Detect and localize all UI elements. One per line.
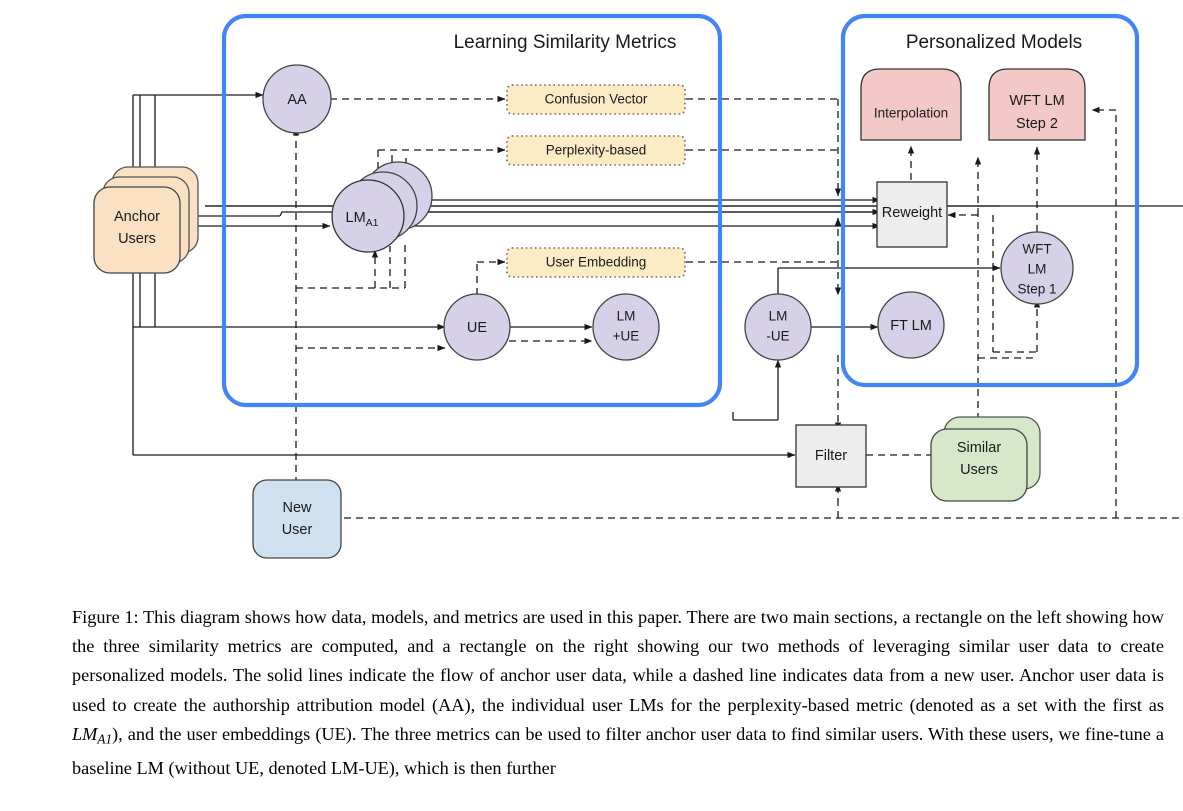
ue-label: UE xyxy=(467,320,487,336)
lm-minus-ue-label-1: LM xyxy=(769,309,788,324)
similar-users-label-2: Users xyxy=(960,462,998,478)
diagram-canvas: Learning Similarity Metrics Personalized… xyxy=(0,0,1183,590)
node-aa[interactable]: AA xyxy=(262,64,332,134)
caption-label: Figure 1: xyxy=(72,607,139,627)
lm-plus-ue-label-1: LM xyxy=(617,309,636,324)
section-title-personalized: Personalized Models xyxy=(906,32,1082,53)
wft-lm-step2-label-1: WFT LM xyxy=(1009,93,1064,109)
node-reweight[interactable]: Reweight xyxy=(876,181,948,248)
section-title-learning: Learning Similarity Metrics xyxy=(454,32,677,53)
caption-math: LM xyxy=(72,723,98,744)
figure-caption: Figure 1: This diagram shows how data, m… xyxy=(72,603,1164,783)
node-lm-a1[interactable]: LMA1 xyxy=(331,161,433,253)
caption-math-subscript: A1 xyxy=(97,731,113,747)
node-filter[interactable]: Filter xyxy=(795,424,867,488)
node-similar-users[interactable]: Similar Users xyxy=(930,416,1041,502)
caption-part-1: This diagram shows how data, models, and… xyxy=(72,607,1164,715)
filter-label: Filter xyxy=(815,448,847,464)
anchor-users-label-1: Anchor xyxy=(114,209,160,225)
wft-lm-step1-label-3: Step 1 xyxy=(1017,282,1056,297)
wft-lm-step2-label-2: Step 2 xyxy=(1016,116,1058,132)
node-ue[interactable]: UE xyxy=(443,293,511,361)
caption-part-2: ), and the user embeddings (UE). The thr… xyxy=(72,723,1164,778)
lm-minus-ue-label-2: -UE xyxy=(766,329,789,344)
node-ft-lm[interactable]: FT LM xyxy=(877,291,945,359)
node-wft-lm-step2[interactable]: WFT LM Step 2 xyxy=(988,68,1086,141)
figure-page: Learning Similarity Metrics Personalized… xyxy=(0,0,1183,811)
aa-label: AA xyxy=(287,92,307,108)
node-wft-lm-step1[interactable]: WFT LM Step 1 xyxy=(1000,231,1074,305)
reweight-label: Reweight xyxy=(882,205,942,221)
new-user-label-2: User xyxy=(282,522,313,538)
metric-confusion-vector[interactable]: Confusion Vector xyxy=(506,84,686,115)
node-anchor-users[interactable]: Anchor Users xyxy=(93,166,199,274)
new-user-label-1: New xyxy=(282,500,312,516)
node-lm-plus-ue[interactable]: LM +UE xyxy=(592,293,660,361)
wft-lm-step1-label-1: WFT xyxy=(1022,242,1051,257)
lm-plus-ue-label-2: +UE xyxy=(613,329,640,344)
similar-users-label-1: Similar xyxy=(957,440,1001,456)
wft-lm-step1-label-2: LM xyxy=(1028,262,1047,277)
interpolation-label: Interpolation xyxy=(874,106,948,121)
node-lm-minus-ue[interactable]: LM -UE xyxy=(744,293,812,361)
confusion-vector-label: Confusion Vector xyxy=(545,92,648,107)
ft-lm-label: FT LM xyxy=(890,318,932,334)
anchor-users-label-2: Users xyxy=(118,231,156,247)
metric-user-embedding[interactable]: User Embedding xyxy=(506,247,686,278)
user-embedding-label: User Embedding xyxy=(546,255,647,270)
node-new-user[interactable]: New User xyxy=(252,479,342,559)
metric-perplexity-based[interactable]: Perplexity-based xyxy=(506,135,686,166)
node-interpolation[interactable]: Interpolation xyxy=(860,68,962,141)
perplexity-based-label: Perplexity-based xyxy=(546,143,647,158)
